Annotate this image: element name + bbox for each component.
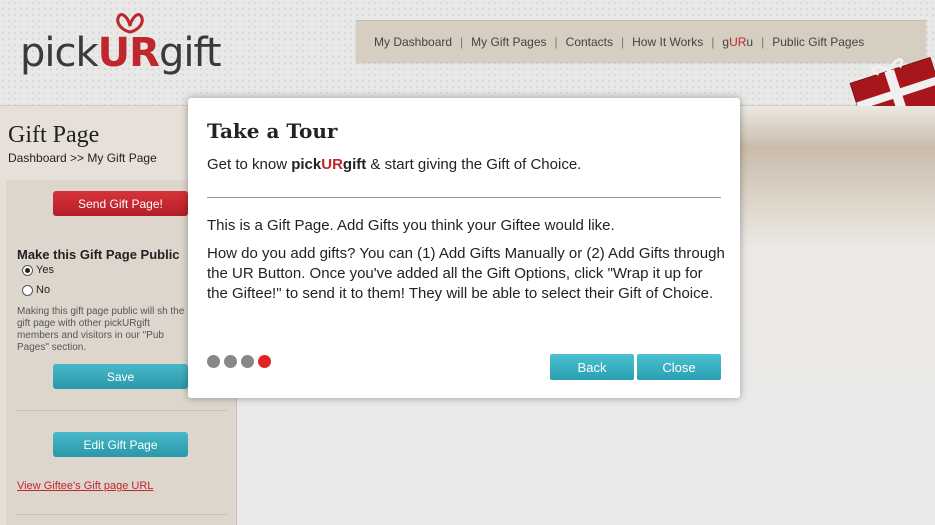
radio-yes-label: Yes — [36, 264, 54, 276]
modal-subtitle: Get to know pickURgift & start giving th… — [207, 156, 582, 173]
save-button[interactable]: Save — [53, 364, 188, 389]
tour-paragraph-2: How do you add gifts? You can (1) Add Gi… — [207, 245, 725, 302]
radio-no-control[interactable] — [22, 284, 33, 296]
radio-no-label: No — [36, 284, 51, 296]
nav-how-it-works[interactable]: How It Works — [632, 35, 703, 49]
gift-box-icon — [849, 56, 935, 108]
modal-title: Take a Tour — [207, 119, 338, 143]
sidebar-divider — [17, 514, 227, 515]
view-giftee-url-link[interactable]: View Giftee's Gift page URL — [17, 480, 153, 492]
step-dot-1[interactable] — [207, 355, 220, 368]
step-dot-4-active[interactable] — [258, 355, 271, 368]
take-a-tour-modal: Take a Tour Get to know pickURgift & sta… — [188, 98, 740, 398]
nav-public-gift-pages[interactable]: Public Gift Pages — [772, 35, 864, 49]
nav-guru[interactable]: gURu — [722, 35, 753, 49]
nav-contacts[interactable]: Contacts — [566, 35, 613, 49]
site-logo[interactable]: pickURgift — [20, 30, 222, 76]
site-header: pickURgift My Dashboard | My Gift Pages … — [0, 0, 935, 108]
make-public-heading: Make this Gift Page Public — [17, 247, 180, 262]
edit-gift-page-button[interactable]: Edit Gift Page — [53, 432, 188, 457]
send-gift-page-button[interactable]: Send Gift Page! — [53, 191, 188, 216]
sidebar-divider — [17, 410, 227, 411]
breadcrumb[interactable]: Dashboard >> My Gift Page — [8, 151, 157, 165]
nav-my-gift-pages[interactable]: My Gift Pages — [471, 35, 546, 49]
brand-name: pickURgift — [291, 156, 367, 173]
nav-separator: | — [460, 34, 464, 49]
step-dot-2[interactable] — [224, 355, 237, 368]
radio-yes-control[interactable] — [22, 264, 33, 276]
radio-no[interactable]: No — [22, 284, 50, 296]
nav-separator: | — [621, 34, 625, 49]
public-description: Making this gift page public will sh the… — [17, 306, 185, 353]
close-button[interactable]: Close — [637, 354, 721, 380]
step-indicator — [207, 355, 271, 368]
modal-divider — [207, 197, 721, 198]
tour-paragraph-1: This is a Gift Page. Add Gifts you think… — [207, 217, 615, 234]
nav-separator: | — [761, 34, 765, 49]
nav-separator: | — [711, 34, 715, 49]
nav-my-dashboard[interactable]: My Dashboard — [374, 35, 452, 49]
step-dot-3[interactable] — [241, 355, 254, 368]
radio-yes[interactable]: Yes — [22, 264, 54, 276]
page-title: Gift Page — [8, 122, 100, 148]
nav-separator: | — [554, 34, 558, 49]
back-button[interactable]: Back — [550, 354, 634, 380]
